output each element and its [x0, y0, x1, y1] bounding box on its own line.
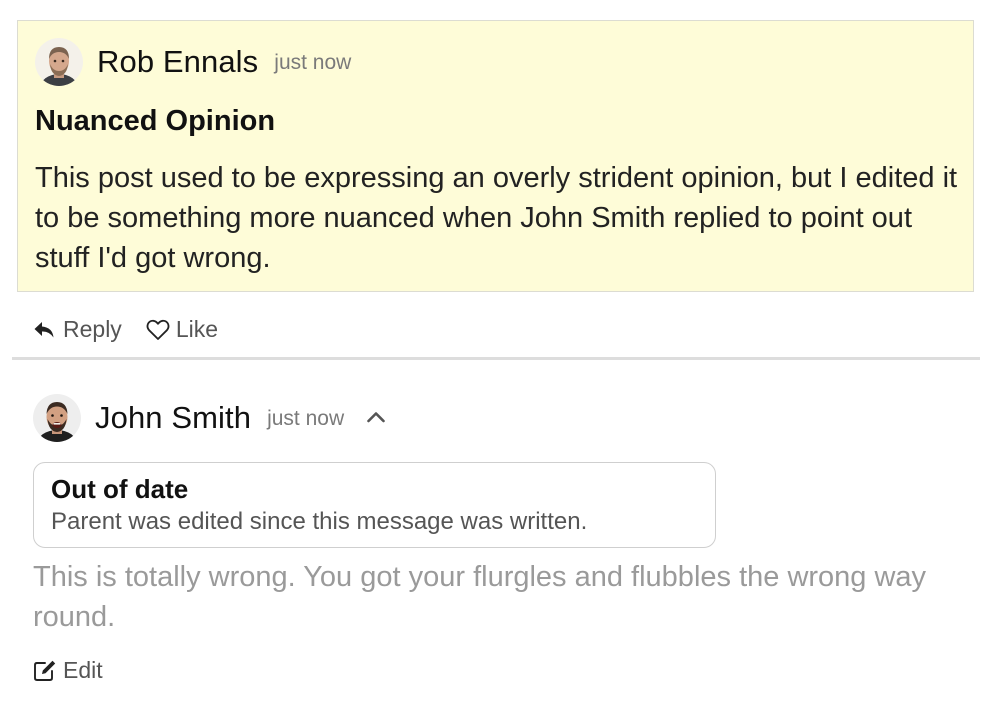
post-title: Nuanced Opinion: [35, 105, 276, 137]
reply-body: This is totally wrong. You got your flur…: [33, 561, 927, 633]
edit-button[interactable]: Edit: [33, 657, 103, 684]
reply-actions: Edit: [33, 657, 103, 684]
reply-arrow-icon: [33, 320, 55, 340]
post-body: This post used to be expressing an overl…: [35, 162, 958, 274]
like-label: Like: [175, 316, 219, 342]
reply-timestamp: just now: [267, 407, 345, 430]
post-author-name[interactable]: Rob Ennals: [97, 44, 258, 80]
reply-label: Reply: [63, 316, 122, 342]
chevron-up-icon[interactable]: [366, 410, 386, 429]
post-timestamp: just now: [274, 51, 352, 74]
edit-label: Edit: [63, 657, 103, 683]
heart-outline-icon: [146, 319, 170, 341]
reply-author-row: John Smith just now: [33, 394, 386, 442]
post-author-row: Rob Ennals just now: [35, 38, 351, 86]
out-of-date-notice: Out of date Parent was edited since this…: [33, 462, 716, 548]
rob-ennals-avatar[interactable]: [35, 38, 83, 86]
edit-pencil-icon: [33, 660, 57, 682]
reply-button[interactable]: Reply: [33, 316, 122, 343]
post-card: Rob Ennals just now Nuanced Opinion This…: [17, 20, 974, 292]
reply-author-name[interactable]: John Smith: [95, 400, 251, 436]
notice-text: Parent was edited since this message was…: [51, 508, 588, 535]
conversation-page: Rob Ennals just now Nuanced Opinion This…: [0, 0, 994, 711]
post-actions: Reply Like: [33, 316, 218, 343]
john-smith-avatar[interactable]: [33, 394, 81, 442]
thread-divider: [12, 357, 980, 360]
notice-title: Out of date: [51, 474, 189, 504]
like-button[interactable]: Like: [146, 316, 218, 343]
